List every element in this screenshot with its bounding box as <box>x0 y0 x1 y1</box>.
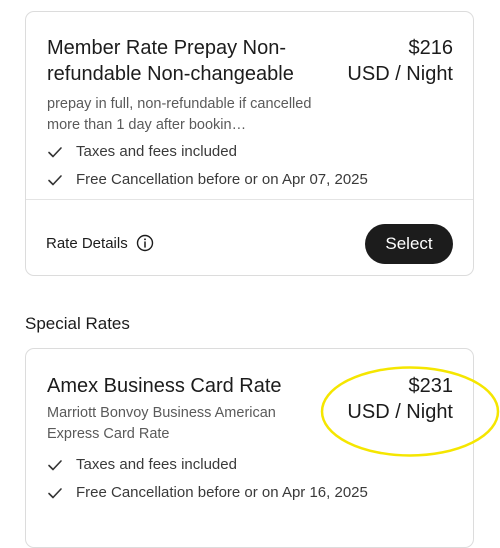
feature-item: Free Cancellation before or on Apr 07, 2… <box>47 171 368 188</box>
info-icon[interactable] <box>136 234 154 252</box>
rate-price-amount: $231 <box>408 375 454 397</box>
feature-label: Free Cancellation before or on Apr 07, 2… <box>76 171 368 188</box>
rate-price: $231 USD / Night <box>347 373 453 425</box>
check-icon <box>48 487 62 498</box>
rate-card-member: Member Rate Prepay Non-refundable Non-ch… <box>25 11 474 276</box>
select-button[interactable]: Select <box>365 224 453 264</box>
feature-label: Taxes and fees included <box>76 456 237 473</box>
rate-price-unit: USD / Night <box>347 63 453 85</box>
check-icon <box>48 459 62 470</box>
feature-label: Taxes and fees included <box>76 143 237 160</box>
feature-label: Free Cancellation before or on Apr 16, 2… <box>76 484 368 501</box>
rate-title: Amex Business Card Rate <box>47 375 282 397</box>
rate-price: $216 USD / Night <box>347 35 453 87</box>
check-icon <box>48 174 62 185</box>
rate-details-link[interactable]: Rate Details <box>46 234 154 252</box>
feature-item: Free Cancellation before or on Apr 16, 2… <box>47 484 368 501</box>
rate-price-unit: USD / Night <box>347 401 453 423</box>
section-heading-special-rates: Special Rates <box>25 314 130 333</box>
card-divider <box>26 199 473 200</box>
rate-card-amex: Amex Business Card Rate $231 USD / Night… <box>25 348 474 548</box>
rate-description: prepay in full, non-refundable if cancel… <box>47 96 312 133</box>
feature-item: Taxes and fees included <box>47 456 237 473</box>
rate-details-label: Rate Details <box>46 234 128 252</box>
rate-price-amount: $216 <box>408 37 454 59</box>
check-icon <box>48 146 62 157</box>
feature-item: Taxes and fees included <box>47 143 237 160</box>
rate-title: Member Rate Prepay Non-refundable Non-ch… <box>47 37 294 85</box>
rate-description: Marriott Bonvoy Business American Expres… <box>47 405 276 442</box>
